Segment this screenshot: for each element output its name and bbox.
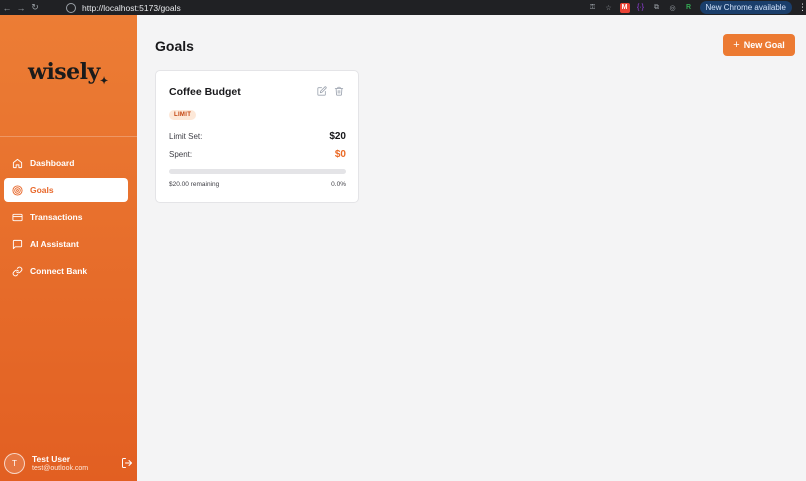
new-goal-button[interactable]: + New Goal — [723, 34, 795, 56]
chat-icon — [12, 239, 23, 249]
site-info-icon[interactable] — [66, 2, 76, 13]
plus-icon: + — [733, 39, 740, 51]
progress-bar — [169, 169, 346, 174]
spent-row: Spent: $0 — [169, 149, 346, 160]
remaining-text: $20.00 remaining — [169, 181, 220, 188]
extension-r-icon[interactable]: R — [684, 3, 694, 13]
target-icon — [12, 184, 23, 196]
url-text: http://localhost:5173/goals — [82, 2, 181, 13]
card-icon — [12, 213, 23, 221]
goal-card: Coffee Budget LIMIT Limit Set: $20 Spent… — [155, 70, 359, 203]
limit-label: Limit Set: — [169, 132, 203, 141]
extensions-puzzle-icon[interactable]: ⧉ — [652, 3, 662, 13]
profile-sync-icon[interactable]: ◎ — [668, 3, 678, 13]
sidebar-nav: Dashboard Goals Transactions AI Assistan… — [4, 151, 128, 286]
user-profile: T Test User test@outlook.com — [4, 450, 133, 476]
spent-label: Spent: — [169, 150, 193, 159]
link-icon — [12, 266, 23, 276]
logo-text: wisely — [28, 59, 100, 85]
address-bar[interactable]: http://localhost:5173/goals — [60, 0, 600, 15]
home-icon — [12, 158, 23, 168]
extension-m-icon[interactable]: M — [619, 2, 630, 13]
extension-braces-icon[interactable]: {·} — [636, 3, 646, 13]
sidebar-item-label: Dashboard — [30, 158, 75, 168]
sidebar-item-ai-assistant[interactable]: AI Assistant — [4, 232, 128, 256]
avatar[interactable]: T — [4, 452, 25, 474]
sidebar-divider — [0, 136, 137, 137]
trash-icon[interactable] — [334, 86, 344, 96]
limit-value: $20 — [329, 131, 346, 142]
bookmark-star-icon[interactable]: ☆ — [604, 3, 614, 13]
logout-icon[interactable] — [121, 457, 133, 469]
user-email: test@outlook.com — [32, 465, 89, 472]
back-button[interactable]: ← — [0, 0, 14, 15]
sidebar-item-goals[interactable]: Goals — [4, 178, 128, 202]
new-goal-label: New Goal — [743, 40, 785, 50]
limit-row: Limit Set: $20 — [169, 131, 346, 142]
logo-sparkle-icon: ✦ — [99, 76, 108, 87]
sidebar-item-transactions[interactable]: Transactions — [4, 205, 128, 229]
percent-text: 0.0% — [331, 181, 346, 188]
edit-icon[interactable] — [317, 86, 327, 96]
sidebar: wisely✦ Dashboard Goals Transactions AI … — [0, 15, 137, 481]
forward-button[interactable]: → — [14, 0, 28, 15]
sidebar-item-label: AI Assistant — [30, 239, 79, 249]
sidebar-item-connect-bank[interactable]: Connect Bank — [4, 259, 128, 283]
goal-title: Coffee Budget — [169, 86, 241, 98]
sidebar-item-label: Transactions — [30, 212, 83, 222]
sidebar-item-label: Goals — [30, 185, 54, 195]
goal-type-badge: LIMIT — [169, 110, 197, 120]
chrome-menu-icon[interactable]: ⋮ — [798, 2, 806, 13]
sidebar-item-label: Connect Bank — [30, 266, 88, 276]
chrome-update-button[interactable]: New Chrome available — [699, 1, 792, 14]
progress-footer: $20.00 remaining 0.0% — [169, 181, 346, 188]
user-name: Test User — [32, 454, 71, 464]
spent-value: $0 — [334, 149, 346, 160]
reload-button[interactable]: ↻ — [28, 0, 42, 15]
browser-toolbar: ← → ↻ http://localhost:5173/goals ⚿ ☆ M … — [0, 0, 806, 15]
sidebar-item-dashboard[interactable]: Dashboard — [4, 151, 128, 175]
key-icon[interactable]: ⚿ — [588, 3, 598, 13]
page-title: Goals — [155, 38, 194, 54]
app-logo[interactable]: wisely✦ — [28, 59, 108, 87]
